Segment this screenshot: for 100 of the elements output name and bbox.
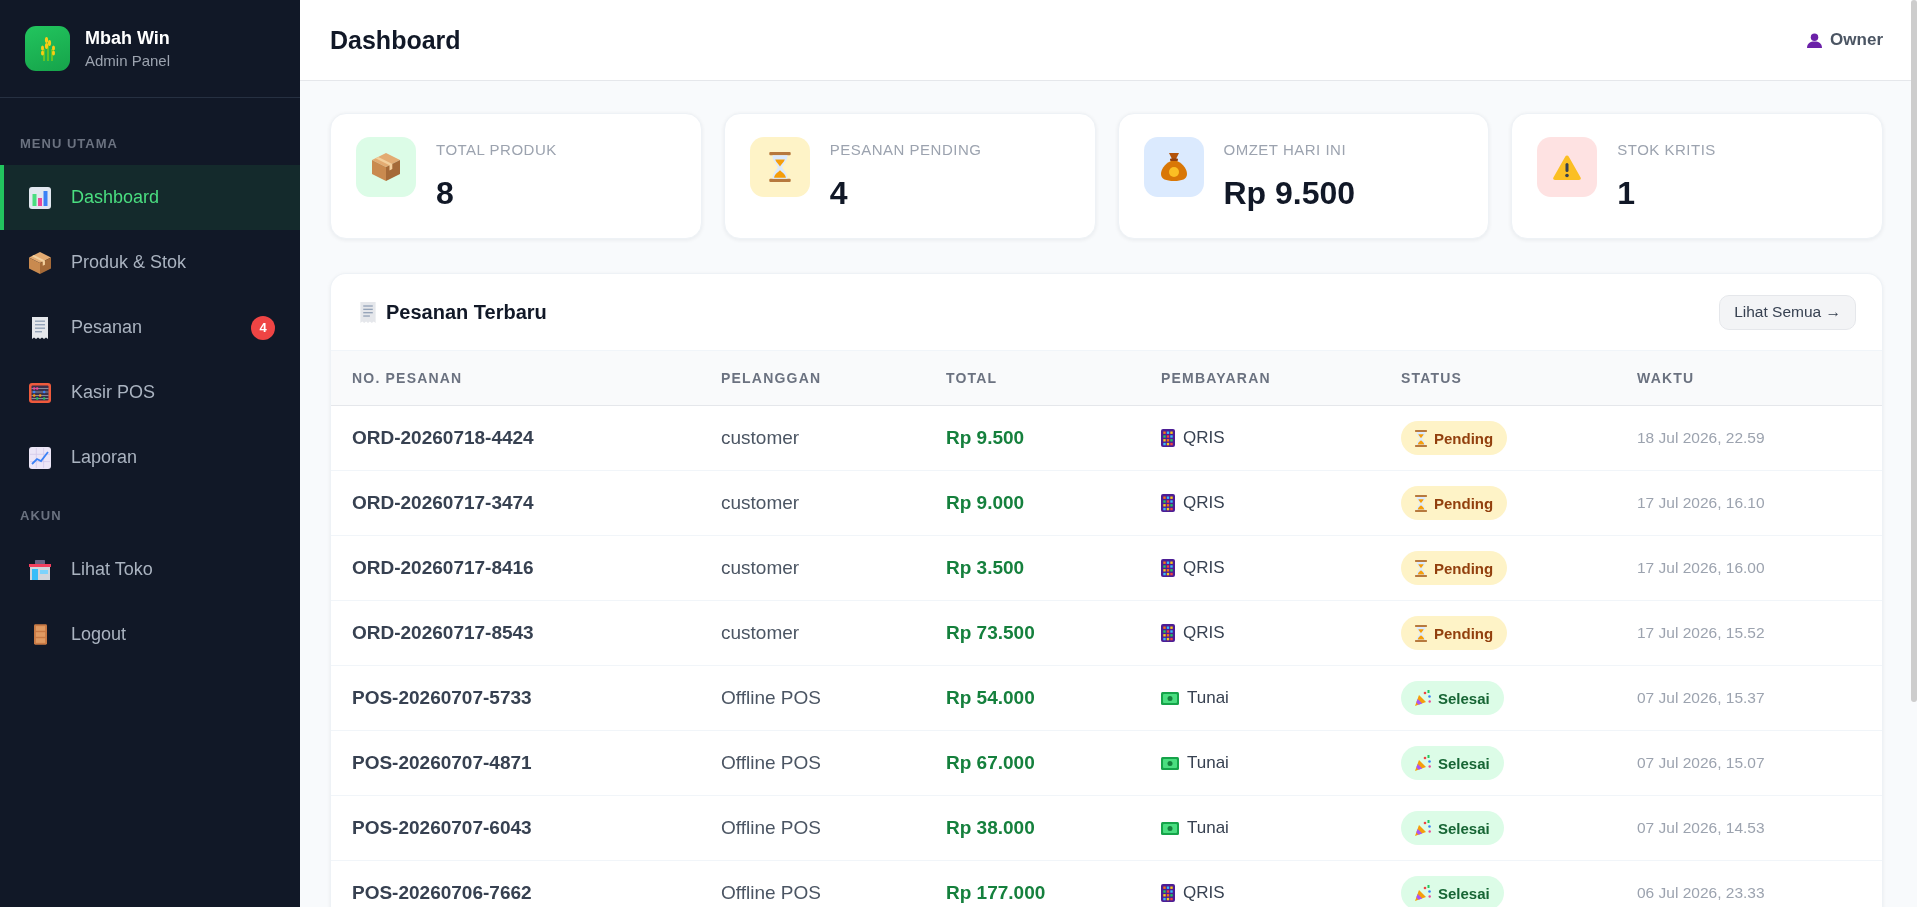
box-icon [29,251,51,274]
customer-name: customer [700,600,925,666]
banknote-icon [1161,821,1179,835]
stat-label: STOK KRITIS [1617,141,1716,159]
stat-label: TOTAL PRODUK [436,141,557,159]
party-popper-icon [1415,820,1431,836]
order-time: 07 Jul 2026, 15.07 [1616,730,1882,796]
money-bag-icon [1143,137,1204,197]
order-total: Rp 9.000 [925,470,1140,536]
payment-method: Tunai [1187,818,1229,838]
order-total: Rp 9.500 [925,405,1140,471]
order-time: 17 Jul 2026, 16.10 [1616,470,1882,536]
phone-icon [1161,429,1175,447]
party-popper-icon [1415,755,1431,771]
nav-item[interactable]: Kasir POS [0,360,300,425]
receipt-icon [360,301,376,323]
order-number: POS-20260707-5733 [331,665,700,731]
order-time: 06 Jul 2026, 23.33 [1616,860,1882,907]
column-header: WAKTU [1616,350,1882,406]
section-title: Pesanan Terbaru [386,300,547,324]
order-time: 17 Jul 2026, 15.52 [1616,600,1882,666]
nav-item[interactable]: Dashboard [0,165,300,230]
customer-name: customer [700,470,925,536]
brand-subtitle: Admin Panel [85,52,171,70]
hourglass-icon [1415,559,1427,577]
user-icon [1807,32,1823,48]
order-number: POS-20260706-7662 [331,860,700,907]
page-title: Dashboard [330,25,461,55]
status-label: Selesai [1438,819,1490,837]
order-number: ORD-20260718-4424 [331,405,700,471]
order-number: POS-20260707-6043 [331,795,700,861]
nav-item[interactable]: Pesanan 4 [0,295,300,360]
receipt-icon [31,316,49,339]
column-header: STATUS [1380,350,1616,406]
payment-method: QRIS [1183,558,1225,578]
customer-name: customer [700,405,925,471]
customer-name: Offline POS [700,665,925,731]
stat-value: 8 [436,174,455,212]
scrollbar-thumb[interactable] [1911,0,1917,702]
order-time: 07 Jul 2026, 15.37 [1616,665,1882,731]
bar-chart-icon [29,186,51,209]
stat-value: 4 [829,174,849,212]
order-time: 07 Jul 2026, 14.53 [1616,795,1882,861]
payment-method: QRIS [1183,883,1225,903]
payment-method: QRIS [1183,428,1225,448]
wheat-logo-icon [25,26,70,71]
order-time: 18 Jul 2026, 22.59 [1616,405,1882,471]
party-popper-icon [1415,885,1431,901]
nav-item[interactable]: Produk & Stok [0,230,300,295]
column-header: NO. PESANAN [331,350,700,406]
hourglass-icon [1415,494,1427,512]
user-name: Owner [1830,30,1883,50]
count-badge: 4 [251,315,275,340]
customer-name: customer [700,535,925,601]
hourglass-icon [749,137,810,197]
phone-icon [1161,624,1175,642]
order-number: ORD-20260717-8543 [331,600,700,666]
order-total: Rp 3.500 [925,535,1140,601]
door-icon [33,624,47,645]
shop-icon [29,559,51,580]
status-label: Pending [1434,494,1494,512]
phone-icon [1161,884,1175,902]
warning-icon [1537,137,1598,197]
stat-value: Rp 9.500 [1223,174,1356,212]
order-total: Rp 73.500 [925,600,1140,666]
order-total: Rp 38.000 [925,795,1140,861]
view-all-button[interactable]: Lihat Semua → [1719,294,1856,330]
order-total: Rp 67.000 [925,730,1140,796]
status-label: Pending [1434,559,1494,577]
nav-item[interactable]: Lihat Toko [0,537,300,602]
order-total: Rp 54.000 [925,665,1140,731]
nav-item[interactable]: Logout [0,602,300,667]
stat-label: OMZET HARI INI [1223,141,1348,159]
column-header: PEMBAYARAN [1140,350,1380,406]
column-header: TOTAL [925,350,1140,406]
status-label: Selesai [1438,884,1490,902]
payment-method: Tunai [1187,688,1229,708]
payment-method: Tunai [1187,753,1229,773]
party-popper-icon [1415,690,1431,706]
phone-icon [1161,494,1175,512]
customer-name: Offline POS [700,795,925,861]
payment-method: QRIS [1183,623,1225,643]
order-total: Rp 177.000 [925,860,1140,907]
banknote-icon [1161,691,1179,705]
section-label: MENU UTAMA [20,136,118,152]
status-label: Pending [1434,624,1494,642]
order-number: ORD-20260717-3474 [331,470,700,536]
status-label: Selesai [1438,754,1490,772]
status-label: Selesai [1438,689,1490,707]
order-number: ORD-20260717-8416 [331,535,700,601]
section-label: AKUN [20,508,62,524]
brand-name: Mbah Win [85,27,171,49]
box-icon [356,137,416,197]
order-time: 17 Jul 2026, 16.00 [1616,535,1882,601]
hourglass-icon [1415,429,1427,447]
hourglass-icon [1415,624,1427,642]
nav-item[interactable]: Laporan [0,425,300,490]
line-chart-icon [29,446,51,469]
order-number: POS-20260707-4871 [331,730,700,796]
abacus-icon [29,382,51,403]
